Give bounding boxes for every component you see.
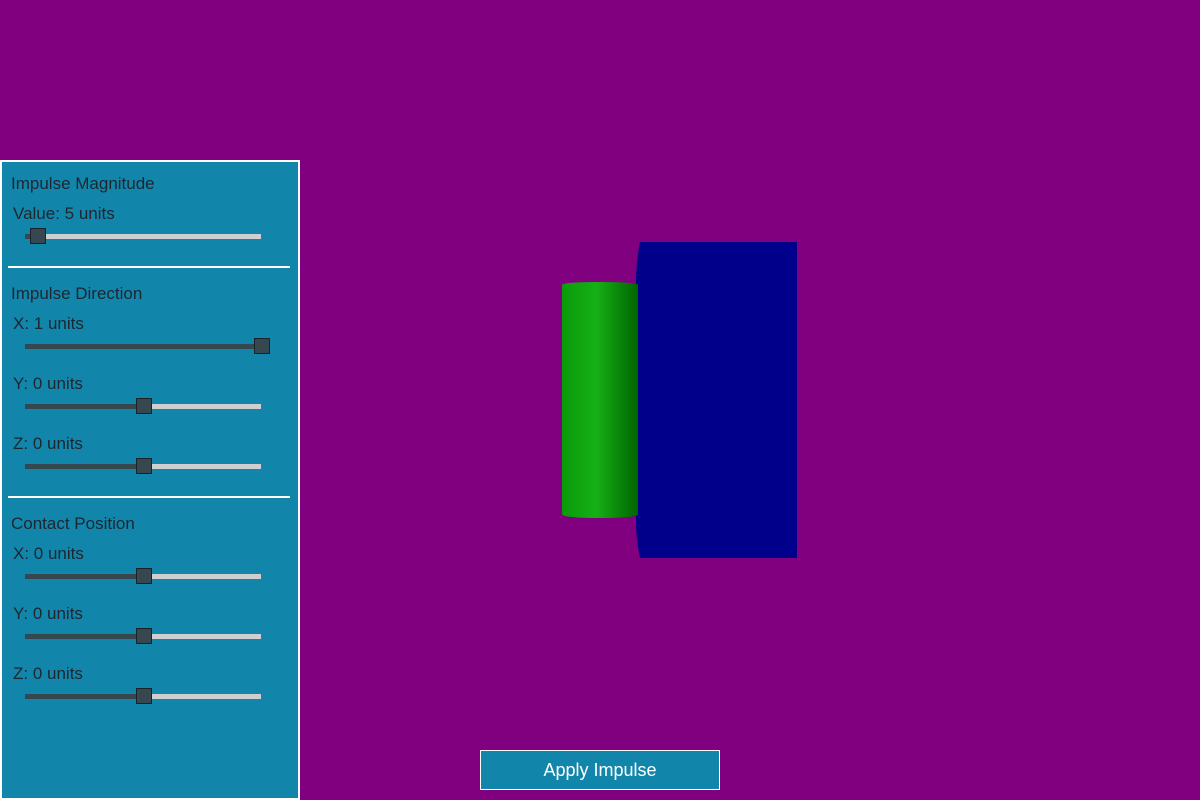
direction-z-slider[interactable] [25,458,261,474]
contact-x-slider[interactable] [25,568,261,584]
green-cylinder[interactable] [562,282,638,518]
impulse-magnitude-title: Impulse Magnitude [11,174,155,193]
apply-impulse-button[interactable]: Apply Impulse [480,750,720,790]
divider [8,496,290,498]
slider-thumb[interactable] [136,688,152,704]
slider-thumb[interactable] [136,458,152,474]
slider-thumb[interactable] [136,568,152,584]
slider-thumb[interactable] [254,338,270,354]
slider-fill [25,344,261,349]
slider-fill [25,694,143,699]
slider-thumb[interactable] [136,398,152,414]
magnitude-slider[interactable] [25,228,261,244]
contact-position-title: Contact Position [11,514,135,533]
direction-z-label: Z: 0 units [13,434,83,453]
direction-x-slider[interactable] [25,338,270,354]
magnitude-value-label: Value: 5 units [13,204,115,223]
slider-fill [25,634,143,639]
direction-y-label: Y: 0 units [13,374,83,393]
slider-thumb[interactable] [136,628,152,644]
contact-z-slider[interactable] [25,688,261,704]
contact-y-slider[interactable] [25,628,261,644]
direction-y-slider[interactable] [25,398,261,414]
slider-track [25,234,261,239]
blue-box[interactable] [636,242,797,558]
contact-z-label: Z: 0 units [13,664,83,683]
contact-y-label: Y: 0 units [13,604,83,623]
slider-fill [25,404,143,409]
impulse-direction-title: Impulse Direction [11,284,143,303]
slider-fill [25,574,143,579]
direction-x-label: X: 1 units [13,314,84,333]
divider [8,266,290,268]
slider-fill [25,464,143,469]
control-panel: Impulse Magnitude Value: 5 units Impulse… [0,160,300,800]
contact-x-label: X: 0 units [13,544,84,563]
slider-thumb[interactable] [30,228,46,244]
